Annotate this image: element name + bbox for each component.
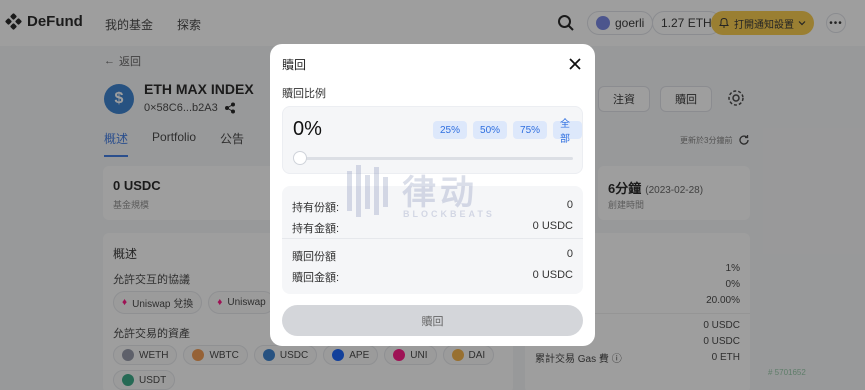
redeem-amount-label: 贖回金額: — [292, 272, 340, 284]
blockbeats-logo-icon — [347, 165, 388, 217]
held-shares-label: 持有份額: — [292, 202, 340, 214]
held-amount-label: 持有金額: — [292, 223, 340, 235]
redeem-submit-button[interactable]: 贖回 — [282, 305, 583, 336]
redeem-shares-value: 0 — [566, 248, 573, 260]
redeem-shares-label: 贖回份額 — [292, 251, 336, 263]
preset-75-button[interactable]: 75% — [513, 121, 548, 139]
close-icon[interactable] — [567, 56, 583, 72]
blockbeats-watermark: 律动 BLOCKBEATS — [345, 163, 525, 225]
ratio-label: 贖回比例 — [282, 88, 326, 100]
ratio-value[interactable]: 0% — [293, 118, 322, 141]
ratio-presets: 25% 50% 75% 全部 — [433, 119, 582, 145]
preset-50-button[interactable]: 50% — [473, 121, 508, 139]
watermark-text: 律动 — [402, 174, 478, 212]
preset-all-button[interactable]: 全部 — [553, 119, 582, 145]
preset-25-button[interactable]: 25% — [433, 121, 468, 139]
held-amount-value: 0 USDC — [532, 220, 573, 232]
ratio-slider-thumb[interactable] — [293, 151, 307, 165]
info-divider — [282, 238, 583, 239]
held-shares-value: 0 — [566, 199, 573, 211]
redeem-amount-row: 贖回金額: 0 USDC — [292, 269, 573, 285]
redeem-shares-row: 贖回份額 0 — [292, 248, 573, 264]
watermark-subtext: BLOCKBEATS — [403, 209, 495, 219]
ratio-slider-track[interactable] — [301, 157, 573, 160]
modal-title: 贖回 — [282, 58, 307, 72]
redeem-amount-value: 0 USDC — [532, 269, 573, 281]
